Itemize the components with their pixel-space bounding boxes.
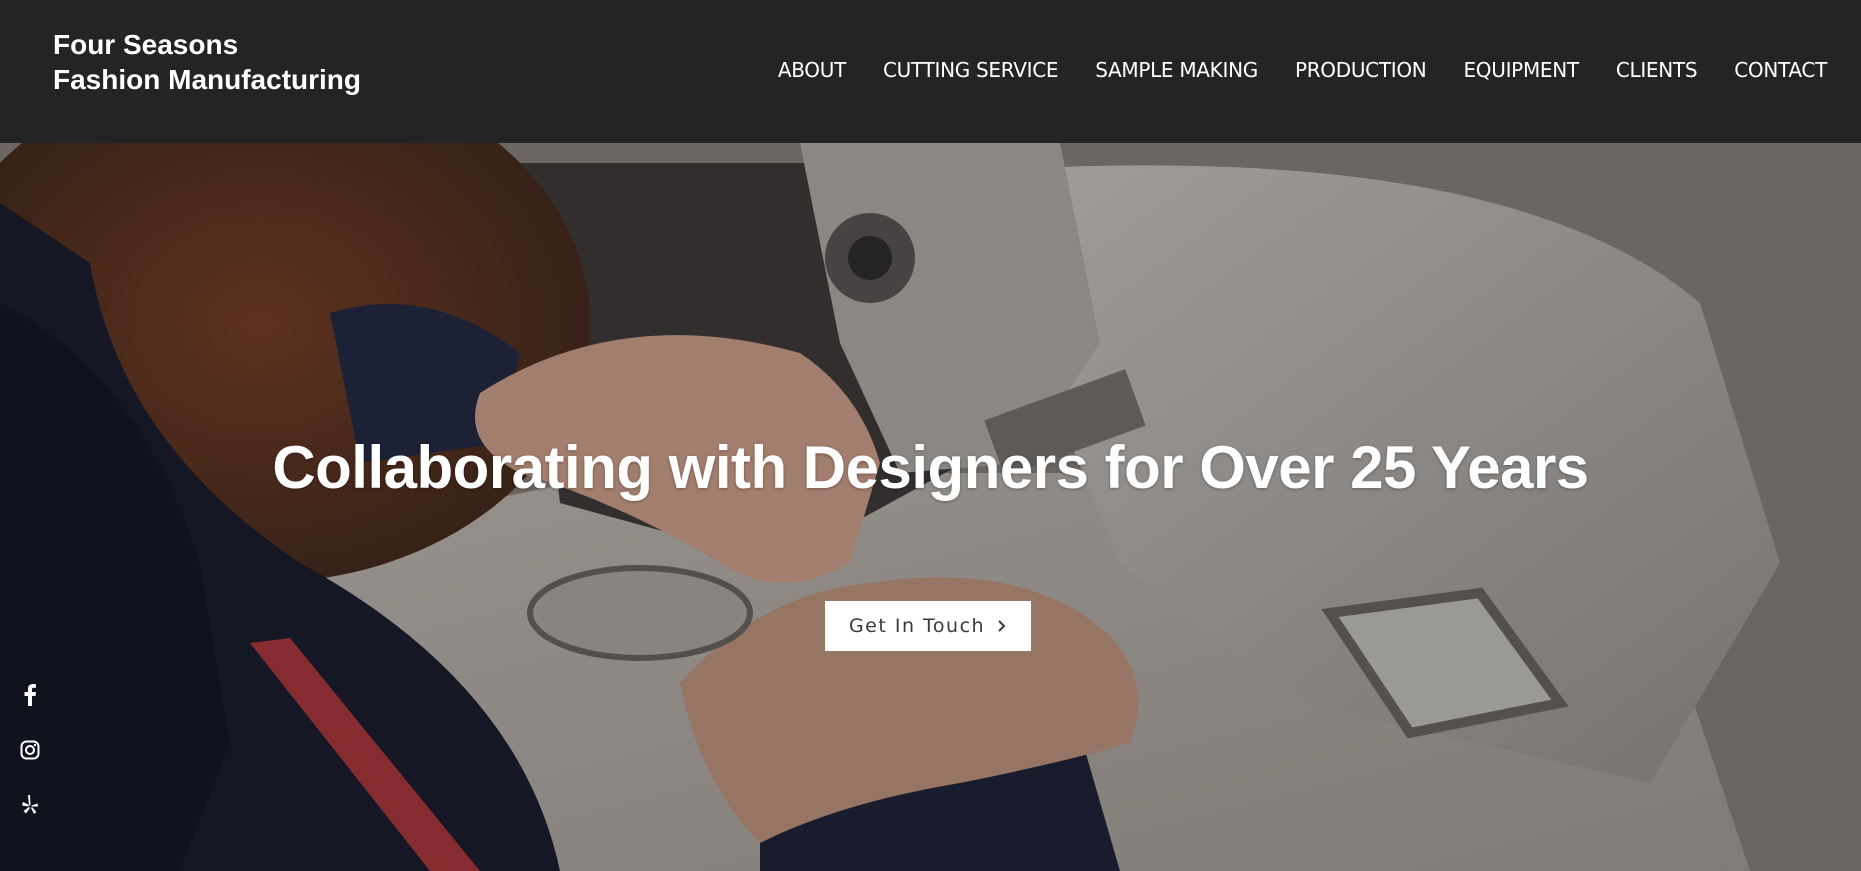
facebook-icon[interactable] [18,683,42,707]
nav-cutting-service[interactable]: CUTTING SERVICE [883,55,1059,85]
chevron-right-icon [998,620,1006,632]
yelp-icon[interactable] [18,793,42,817]
nav-equipment[interactable]: EQUIPMENT [1463,55,1579,85]
nav-about[interactable]: ABOUT [778,55,846,85]
site-header: Four Seasons Fashion Manufacturing ABOUT… [0,0,1861,143]
nav-production[interactable]: PRODUCTION [1295,55,1427,85]
hero-section: Collaborating with Designers for Over 25… [0,143,1861,871]
hero-overlay [0,143,1861,871]
brand-line-1: Four Seasons [53,29,239,60]
nav-sample-making[interactable]: SAMPLE MAKING [1095,55,1258,85]
site-logo[interactable]: Four Seasons Fashion Manufacturing [53,27,361,97]
instagram-icon[interactable] [18,738,42,762]
cta-label: Get In Touch [848,615,986,637]
nav-contact[interactable]: CONTACT [1734,55,1827,85]
get-in-touch-button[interactable]: Get In Touch [825,601,1031,651]
hero-headline: Collaborating with Designers for Over 25… [272,434,1589,501]
nav-clients[interactable]: CLIENTS [1616,55,1698,85]
brand-line-2: Fashion Manufacturing [53,64,361,95]
main-nav: ABOUT CUTTING SERVICE SAMPLE MAKING PROD… [741,55,1827,85]
